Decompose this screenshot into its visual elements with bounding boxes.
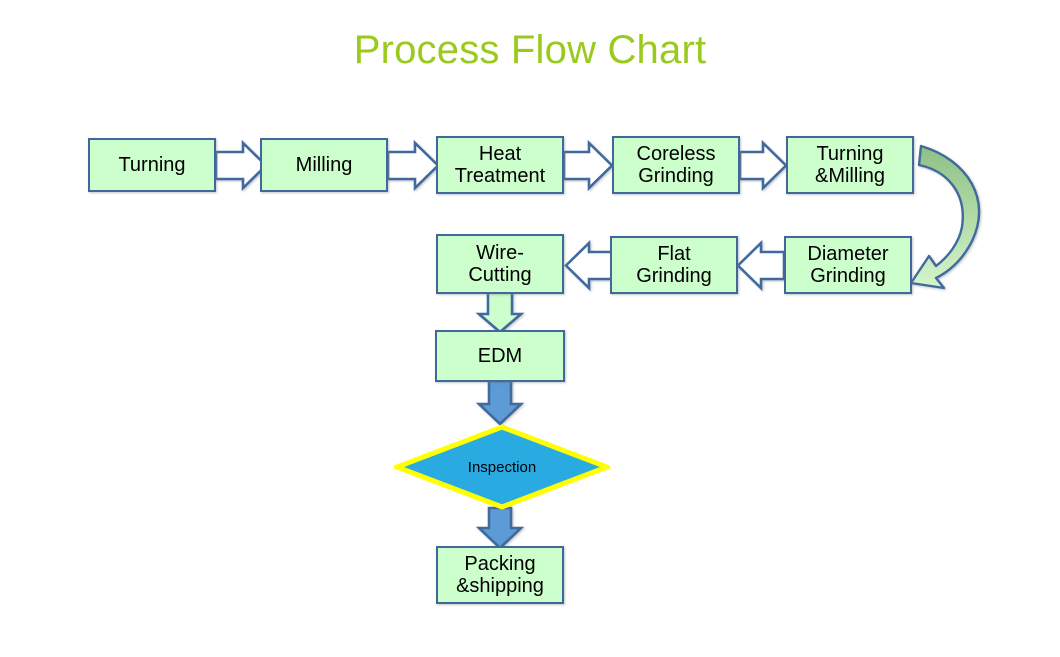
connector-edm-to-inspection	[475, 379, 525, 426]
connector-inspection-to-packing-shipping	[475, 506, 525, 550]
node-edm-label: EDM	[477, 344, 523, 367]
node-coreless-grinding-label: Coreless Grinding	[636, 142, 716, 187]
node-inspection[interactable]: Inspection	[394, 424, 610, 510]
connector-diameter-grinding-to-flat-grinding	[736, 239, 786, 292]
node-edm[interactable]: EDM	[435, 330, 565, 382]
node-turning-label: Turning	[118, 153, 186, 176]
connector-heat-treatment-to-coreless-grinding	[562, 139, 614, 192]
node-heat-treatment-label: Heat Treatment	[454, 142, 546, 187]
node-flat-grinding[interactable]: Flat Grinding	[610, 236, 738, 294]
node-turning-milling[interactable]: Turning &Milling	[786, 136, 914, 194]
decision-diamond-shape	[394, 424, 610, 510]
connector-turning-milling-to-diameter-grinding	[909, 144, 981, 290]
node-diameter-grinding-label: Diameter Grinding	[807, 242, 889, 287]
node-turning-milling-label: Turning &Milling	[814, 142, 886, 187]
node-packing-shipping[interactable]: Packing &shipping	[436, 546, 564, 604]
node-coreless-grinding[interactable]: Coreless Grinding	[612, 136, 740, 194]
connector-turning-to-milling	[214, 139, 268, 192]
flowchart-canvas: Process Flow Chart Turning Milling Heat …	[0, 0, 1060, 657]
node-flat-grinding-label: Flat Grinding	[636, 242, 712, 287]
node-turning[interactable]: Turning	[88, 138, 216, 192]
node-diameter-grinding[interactable]: Diameter Grinding	[784, 236, 912, 294]
node-milling-label: Milling	[295, 153, 353, 176]
node-packing-shipping-label: Packing &shipping	[456, 552, 544, 597]
connector-milling-to-heat-treatment	[386, 139, 440, 192]
connector-flat-grinding-to-wire-cutting	[564, 239, 614, 292]
node-heat-treatment[interactable]: Heat Treatment	[436, 136, 564, 194]
connector-coreless-grinding-to-turning-milling	[738, 139, 788, 192]
node-wire-cutting[interactable]: Wire- Cutting	[436, 234, 564, 294]
connector-wire-cutting-to-edm	[475, 290, 525, 334]
node-milling[interactable]: Milling	[260, 138, 388, 192]
node-wire-cutting-label: Wire- Cutting	[468, 241, 532, 286]
